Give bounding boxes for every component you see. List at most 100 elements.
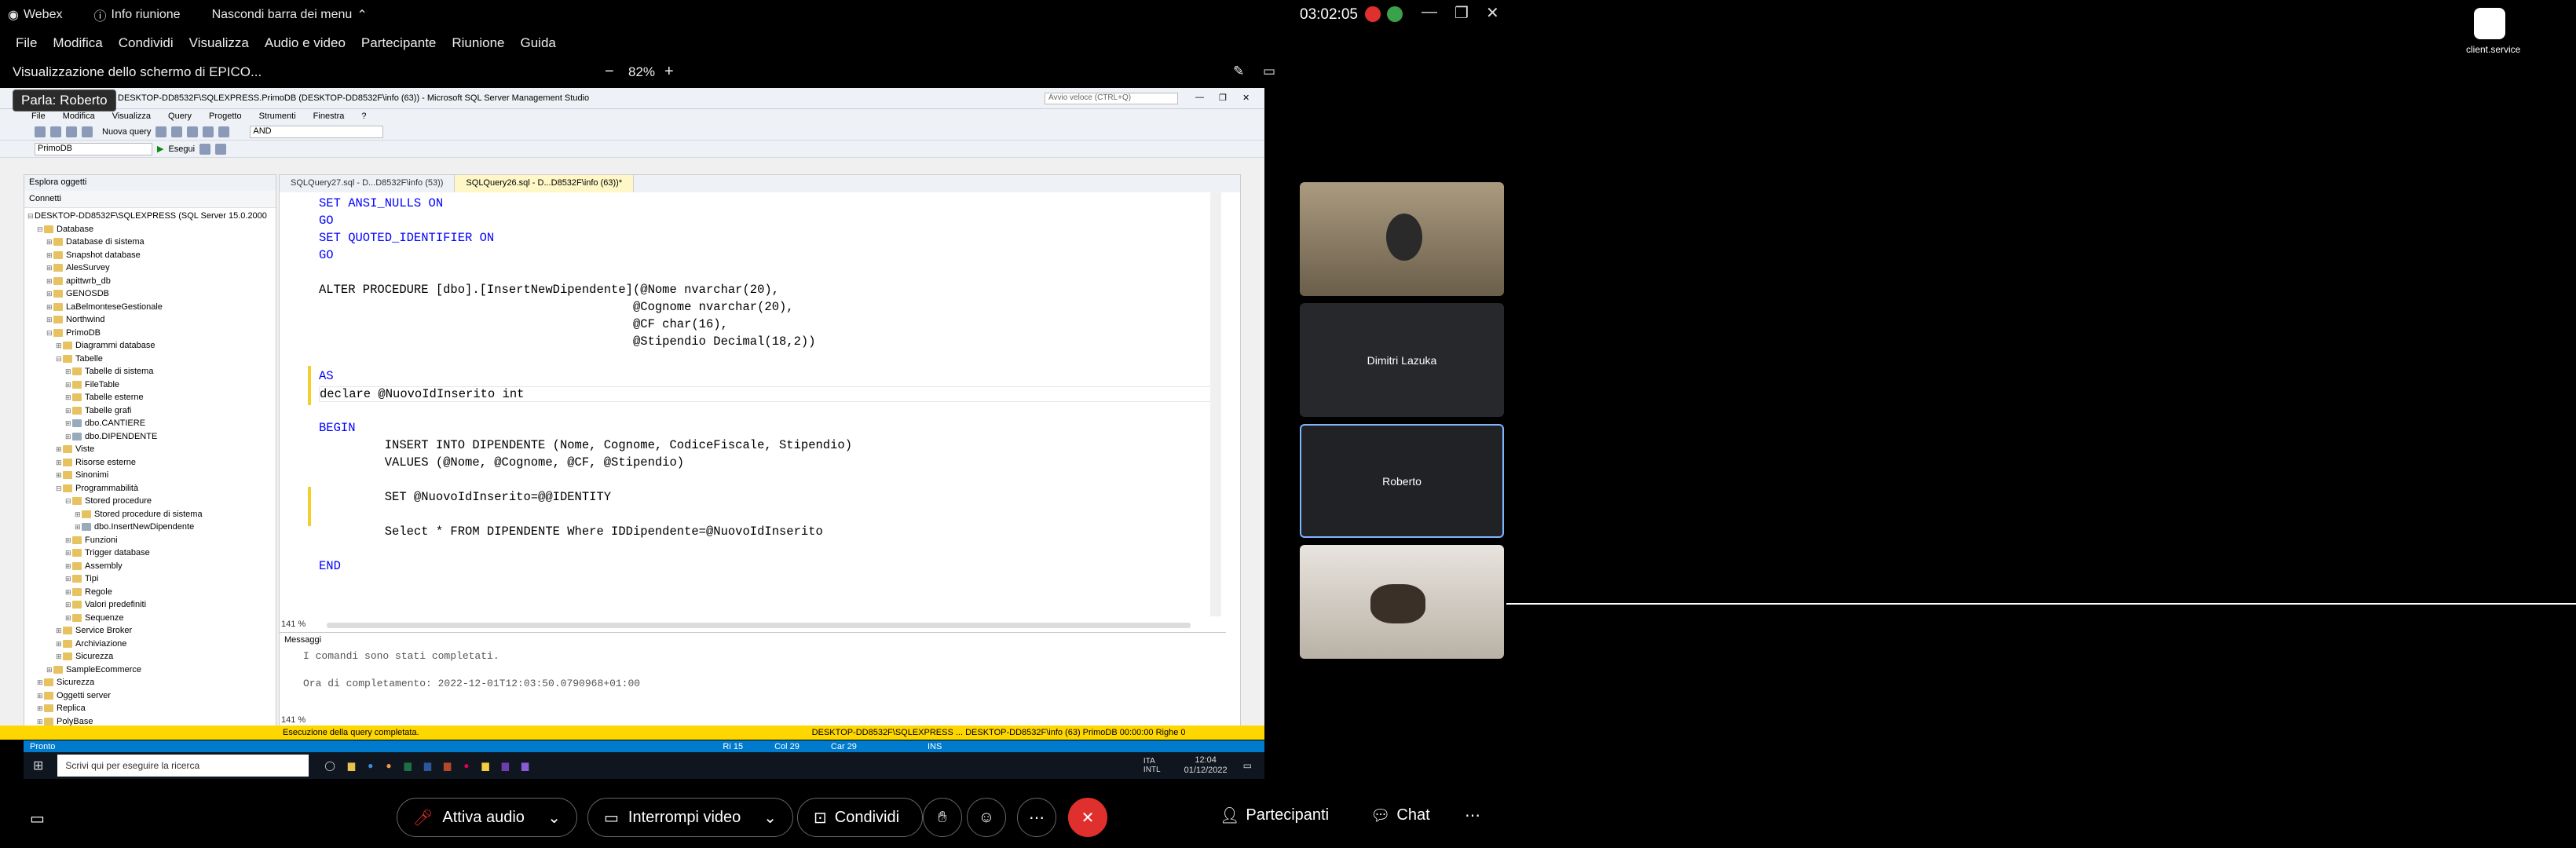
tree-node[interactable]: ⊞ dbo.CANTIERE xyxy=(27,417,273,430)
messages-zoom[interactable]: 141 % xyxy=(281,715,306,725)
ssms-menu-strumenti[interactable]: Strumenti xyxy=(259,111,296,121)
ssms-menu-visualizza[interactable]: Visualizza xyxy=(112,111,151,121)
vs-icon[interactable]: ▆ xyxy=(502,760,509,771)
caption-icon[interactable]: ▭ xyxy=(30,809,45,828)
minimize-icon[interactable]: — xyxy=(1422,3,1437,23)
participant-tile-4[interactable] xyxy=(1300,545,1504,659)
hide-menu-button[interactable]: Nascondi barra dei menu xyxy=(212,8,353,22)
tree-node[interactable]: ⊞ Sinonimi xyxy=(27,469,273,482)
execute-icon[interactable]: ▶ xyxy=(157,144,163,154)
more-options-button[interactable]: ⋯ xyxy=(1017,798,1056,837)
editor-zoom[interactable]: 141 % xyxy=(281,620,306,629)
database-select[interactable]: PrimoDB xyxy=(35,142,152,155)
copy-icon[interactable] xyxy=(171,126,183,137)
shield-icon[interactable] xyxy=(1387,6,1403,22)
tree-node[interactable]: ⊞ Northwind xyxy=(27,313,273,327)
video-button[interactable]: ▭ Interrompi video ⌄ xyxy=(587,798,793,837)
zoom-in-button[interactable]: + xyxy=(664,63,674,81)
tab-query27[interactable]: SQLQuery27.sql - D...D8532F\info (53)) xyxy=(280,175,456,192)
parse-icon[interactable] xyxy=(215,143,227,155)
quick-launch-input[interactable]: Avvio veloce (CTRL+Q) xyxy=(1045,93,1178,104)
taskbar-search[interactable]: Scrivi qui per eseguire la ricerca xyxy=(57,755,309,777)
tree-node[interactable]: ⊟ Stored procedure xyxy=(27,495,273,508)
tree-node[interactable]: ⊞ Sequenze xyxy=(27,612,273,625)
ssms-menu-help[interactable]: ? xyxy=(361,111,366,121)
chrome-icon[interactable]: ● xyxy=(386,760,391,771)
participant-tile-1[interactable] xyxy=(1300,182,1504,296)
tree-node[interactable]: ⊞ Funzioni xyxy=(27,534,273,547)
notification-icon[interactable]: ▭ xyxy=(1243,760,1252,771)
tree-node[interactable]: ⊞ Replica xyxy=(27,702,273,715)
tree-node[interactable]: ⊞ LaBelmonteseGestionale xyxy=(27,301,273,314)
word-icon[interactable]: ▆ xyxy=(424,760,431,771)
tree-node[interactable]: ⊞ dbo.InsertNewDipendente xyxy=(27,521,273,534)
end-call-button[interactable]: ✕ xyxy=(1068,798,1107,837)
menu-condividi[interactable]: Condividi xyxy=(119,31,174,55)
restore-icon[interactable]: ❐ xyxy=(1454,3,1469,23)
menu-modifica[interactable]: Modifica xyxy=(53,31,102,55)
client-service-label[interactable]: client.service xyxy=(2466,44,2520,55)
ssms-restore-icon[interactable]: ❐ xyxy=(1219,93,1227,103)
participant-tile-2[interactable]: Dimitri Lazuka xyxy=(1300,303,1504,417)
code-editor[interactable]: SET ANSI_NULLS ON GO SET QUOTED_IDENTIFI… xyxy=(280,192,1226,624)
chevron-down-icon[interactable]: ⌄ xyxy=(547,808,561,828)
menu-visualizza[interactable]: Visualizza xyxy=(189,31,249,55)
ssms-menu-file[interactable]: File xyxy=(31,111,46,121)
new-query-button[interactable]: Nuova query xyxy=(102,127,151,137)
info-icon[interactable]: ⓘ xyxy=(93,5,106,24)
new-project-icon[interactable] xyxy=(66,126,77,137)
menu-audio-video[interactable]: Audio e video xyxy=(265,31,346,55)
tree-node[interactable]: ⊞ Assembly xyxy=(27,560,273,573)
tree-node[interactable]: ⊞ GENOSDB xyxy=(27,287,273,301)
messages-tab[interactable]: Messaggi xyxy=(280,633,1226,647)
record-icon[interactable] xyxy=(1365,6,1381,22)
ssms-menu-query[interactable]: Query xyxy=(168,111,192,121)
share-button[interactable]: ⊡ Condividi xyxy=(797,798,923,837)
close-icon[interactable]: ✕ xyxy=(1486,3,1499,23)
tree-node[interactable]: ⊟ Database xyxy=(27,223,273,236)
client-service-icon[interactable] xyxy=(2474,8,2505,39)
task-view-icon[interactable]: ◯ xyxy=(324,760,335,771)
tree-node[interactable]: ⊞ Risorse esterne xyxy=(27,456,273,470)
tree-node[interactable]: ⊞ Archiviazione xyxy=(27,638,273,651)
and-combo[interactable]: AND xyxy=(250,125,384,138)
menu-file[interactable]: File xyxy=(16,31,37,55)
undo-icon[interactable] xyxy=(203,126,214,137)
tree-node[interactable]: ⊞ AlesSurvey xyxy=(27,261,273,275)
tree-node[interactable]: ⊞ Sicurezza xyxy=(27,676,273,689)
vertical-scrollbar[interactable] xyxy=(1210,192,1221,616)
execute-button[interactable]: Esegui xyxy=(168,144,195,154)
connect-button[interactable]: Connetti xyxy=(24,191,276,208)
menu-guida[interactable]: Guida xyxy=(520,31,555,55)
reactions-button[interactable]: ☺ xyxy=(967,798,1006,837)
participant-tile-3[interactable]: Roberto xyxy=(1300,424,1504,538)
annotate-icon[interactable]: ✎ xyxy=(1233,64,1244,79)
ssms-minimize-icon[interactable]: — xyxy=(1195,93,1204,102)
tree-node[interactable]: ⊞ Diagrammi database xyxy=(27,339,273,353)
chevron-down-icon[interactable]: ⌄ xyxy=(763,808,777,828)
ssms-menu-progetto[interactable]: Progetto xyxy=(209,111,242,121)
explorer-icon[interactable]: ▆ xyxy=(348,760,355,771)
tree-node[interactable]: ⊟ Tabelle xyxy=(27,353,273,366)
save-icon[interactable] xyxy=(82,126,93,137)
cut-icon[interactable] xyxy=(156,126,167,137)
horizontal-scrollbar[interactable] xyxy=(327,623,1191,628)
ssms-menu-finestra[interactable]: Finestra xyxy=(313,111,345,121)
edge-icon[interactable]: ● xyxy=(368,760,373,771)
tree-node[interactable]: ⊞ Valori predefiniti xyxy=(27,598,273,612)
tree-node[interactable]: ⊞ Tabelle di sistema xyxy=(27,365,273,378)
ssms-taskbar-icon[interactable]: ▆ xyxy=(482,760,489,771)
keyboard-lang[interactable]: ITA INTL xyxy=(1143,757,1161,774)
ssms-close-icon[interactable]: ✕ xyxy=(1242,93,1250,103)
redo-icon[interactable] xyxy=(218,126,230,137)
tree-node[interactable]: ⊞ Regole xyxy=(27,586,273,599)
forward-icon[interactable] xyxy=(50,126,61,137)
tree-node[interactable]: ⊞ Sicurezza xyxy=(27,650,273,663)
tree-node[interactable]: ⊞ dbo.DIPENDENTE xyxy=(27,430,273,444)
menu-partecipante[interactable]: Partecipante xyxy=(361,31,436,55)
tab-query26[interactable]: SQLQuery26.sql - D...D8532F\info (63))* xyxy=(455,175,635,192)
tree-node[interactable]: ⊟ Programmabilità xyxy=(27,482,273,495)
raise-hand-button[interactable]: ✋︎ xyxy=(923,798,962,837)
participants-button[interactable]: 👤︎ Partecipanti xyxy=(1220,806,1329,825)
powerpoint-icon[interactable]: ▆ xyxy=(444,760,451,771)
